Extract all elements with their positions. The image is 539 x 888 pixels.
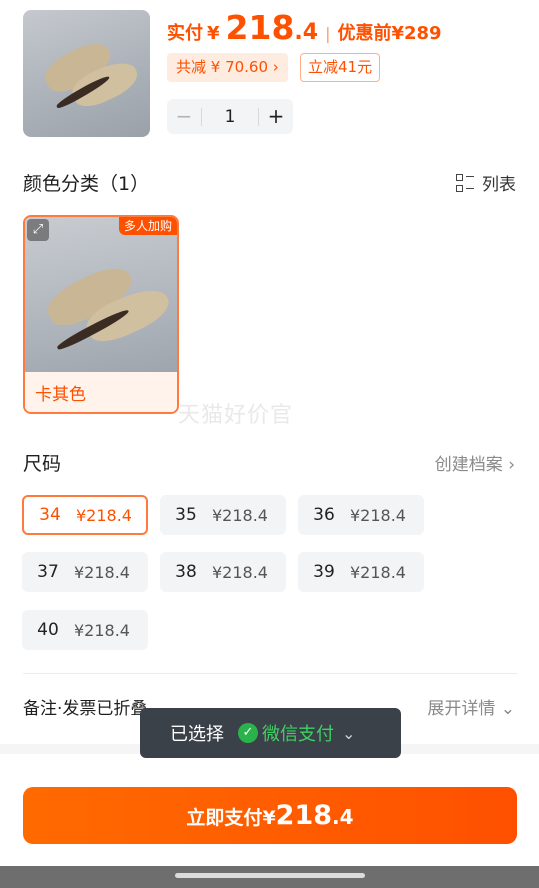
increase-button[interactable]: +	[259, 99, 293, 134]
payment-method-name: 微信支付	[262, 724, 334, 745]
size-value: 37	[37, 562, 59, 582]
size-option-38[interactable]: 38 ¥218.4	[160, 552, 286, 592]
watermark: 天猫好价官	[178, 403, 294, 428]
price-decimal: .4	[294, 20, 319, 45]
toast-label: 已选择	[170, 724, 224, 745]
home-indicator[interactable]	[175, 873, 365, 878]
size-price: ¥218.4	[350, 505, 406, 525]
remarks-invoice-row[interactable]: 备注·发票已折叠	[23, 694, 147, 719]
size-price: ¥218.4	[212, 505, 268, 525]
size-section-title: 尺码	[23, 453, 62, 475]
list-icon	[456, 173, 474, 192]
size-value: 40	[37, 620, 59, 640]
pay-decimal: .4	[332, 805, 354, 829]
list-view-toggle[interactable]: 列表	[456, 170, 516, 195]
original-label: 优惠前	[337, 23, 392, 44]
expand-details-link[interactable]: 展开详情 ⌄	[427, 694, 515, 719]
price-currency: ¥	[207, 23, 220, 44]
quantity-stepper: − 1 +	[167, 99, 293, 134]
size-option-34[interactable]: 34 ¥218.4	[22, 495, 148, 535]
quantity-value[interactable]: 1	[202, 107, 258, 127]
pay-integer: 218	[275, 800, 333, 831]
payment-method-toast[interactable]: 已选择 ✓ 微信支付 ⌄	[140, 708, 401, 758]
total-discount-chip[interactable]: 共减 ¥ 70.60 ›	[167, 53, 288, 82]
size-price: ¥218.4	[74, 620, 130, 640]
popular-badge: 多人加购	[118, 217, 177, 235]
pay-now-button[interactable]: 立即支付 ¥ 218 .4	[23, 787, 517, 844]
color-option-label: 卡其色	[35, 385, 86, 405]
product-thumbnail[interactable]	[23, 10, 150, 137]
color-label-bar: 卡其色	[25, 372, 177, 412]
chevron-down-icon: ⌄	[342, 723, 356, 743]
size-price: ¥218.4	[74, 562, 130, 582]
size-option-40[interactable]: 40 ¥218.4	[22, 610, 148, 650]
pay-label: 立即支付	[186, 807, 263, 829]
size-price: ¥218.4	[76, 505, 132, 525]
list-toggle-label: 列表	[482, 175, 516, 195]
expand-icon[interactable]: ⤢	[27, 219, 49, 241]
price-separator: |	[325, 24, 331, 43]
size-option-39[interactable]: 39 ¥218.4	[298, 552, 424, 592]
color-section-title: 颜色分类（1）	[23, 173, 150, 195]
instant-discount-chip: 立减41元	[300, 53, 381, 82]
price-label: 实付	[167, 23, 203, 44]
wechat-pay-icon: ✓	[238, 723, 258, 743]
size-price: ¥218.4	[350, 562, 406, 582]
price-row: 实付 ¥ 218 .4 | 优惠前 ¥289	[167, 8, 442, 48]
section-divider	[23, 673, 517, 674]
size-option-36[interactable]: 36 ¥218.4	[298, 495, 424, 535]
size-price: ¥218.4	[212, 562, 268, 582]
size-option-35[interactable]: 35 ¥218.4	[160, 495, 286, 535]
color-option-image	[25, 217, 177, 372]
size-value: 34	[39, 505, 61, 525]
original-price: ¥289	[391, 23, 442, 44]
size-value: 38	[175, 562, 197, 582]
price-integer: 218	[225, 8, 295, 47]
pay-currency: ¥	[262, 807, 276, 829]
size-option-37[interactable]: 37 ¥218.4	[22, 552, 148, 592]
size-value: 36	[313, 505, 335, 525]
create-profile-link[interactable]: 创建档案 ›	[435, 450, 515, 475]
size-value: 35	[175, 505, 197, 525]
decrease-button[interactable]: −	[167, 99, 201, 134]
color-option-khaki[interactable]: ⤢ 多人加购 卡其色	[23, 215, 179, 414]
size-value: 39	[313, 562, 335, 582]
